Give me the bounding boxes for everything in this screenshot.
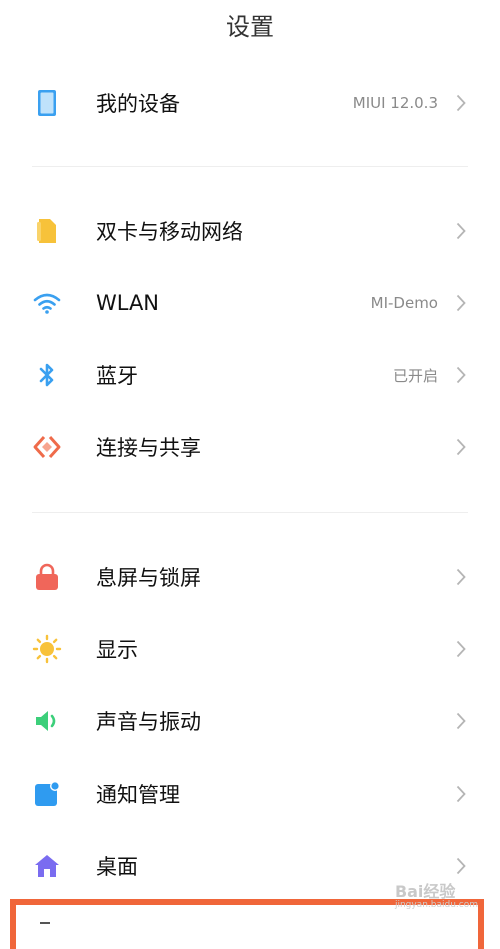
partial-row-icon — [40, 922, 50, 931]
settings-item-notifications[interactable]: 通知管理 — [0, 758, 500, 830]
sun-icon — [32, 634, 62, 664]
settings-item-label: 桌面 — [96, 855, 138, 879]
settings-item-label: 我的设备 — [96, 92, 180, 116]
chevron-right-icon — [454, 437, 468, 457]
wifi-icon — [32, 288, 62, 318]
section-divider — [32, 512, 468, 513]
settings-item-label: 显示 — [96, 638, 138, 662]
settings-item-value: MIUI 12.0.3 — [352, 94, 438, 112]
settings-item-label: 蓝牙 — [96, 364, 138, 388]
chevron-right-icon — [454, 221, 468, 241]
settings-item-wlan[interactable]: WLAN MI-Demo — [0, 267, 500, 339]
settings-item-lock-screen[interactable]: 息屏与锁屏 — [0, 541, 500, 613]
page-title: 设置 — [226, 13, 274, 41]
sim-card-icon — [32, 216, 62, 246]
chevron-right-icon — [454, 639, 468, 659]
settings-item-display[interactable]: 显示 — [0, 613, 500, 685]
settings-item-label: 声音与振动 — [96, 710, 201, 734]
chevron-right-icon — [454, 365, 468, 385]
watermark: Bai经验 jingyan.baidu.com — [395, 878, 478, 910]
chevron-right-icon — [454, 784, 468, 804]
settings-item-sound-vibration[interactable]: 声音与振动 — [0, 685, 500, 757]
device-icon — [32, 88, 62, 118]
lock-icon — [32, 562, 62, 592]
chevron-right-icon — [454, 856, 468, 876]
settings-item-value: MI-Demo — [370, 294, 438, 312]
chevron-right-icon — [454, 293, 468, 313]
settings-item-my-device[interactable]: 我的设备 MIUI 12.0.3 — [0, 67, 500, 139]
chevron-right-icon — [454, 711, 468, 731]
notification-icon — [32, 779, 62, 809]
settings-item-connection-share[interactable]: 连接与共享 — [0, 411, 500, 483]
bluetooth-icon — [32, 360, 62, 390]
section-divider — [32, 166, 468, 167]
home-icon — [32, 851, 62, 881]
settings-item-label: 双卡与移动网络 — [96, 220, 243, 244]
settings-item-value: 已开启 — [392, 366, 438, 385]
watermark-text: Bai经验 — [394, 882, 456, 901]
speaker-icon — [32, 706, 62, 736]
settings-item-label: 连接与共享 — [96, 436, 201, 460]
settings-item-label: 息屏与锁屏 — [96, 566, 201, 590]
connection-share-icon — [32, 432, 62, 462]
settings-item-bluetooth[interactable]: 蓝牙 已开启 — [0, 339, 500, 411]
chevron-right-icon — [454, 567, 468, 587]
watermark-subtext: jingyan.baidu.com — [394, 900, 478, 910]
settings-item-sim-network[interactable]: 双卡与移动网络 — [0, 195, 500, 267]
settings-item-label: WLAN — [96, 291, 160, 315]
chevron-right-icon — [454, 93, 468, 113]
settings-item-label: 通知管理 — [96, 783, 180, 807]
